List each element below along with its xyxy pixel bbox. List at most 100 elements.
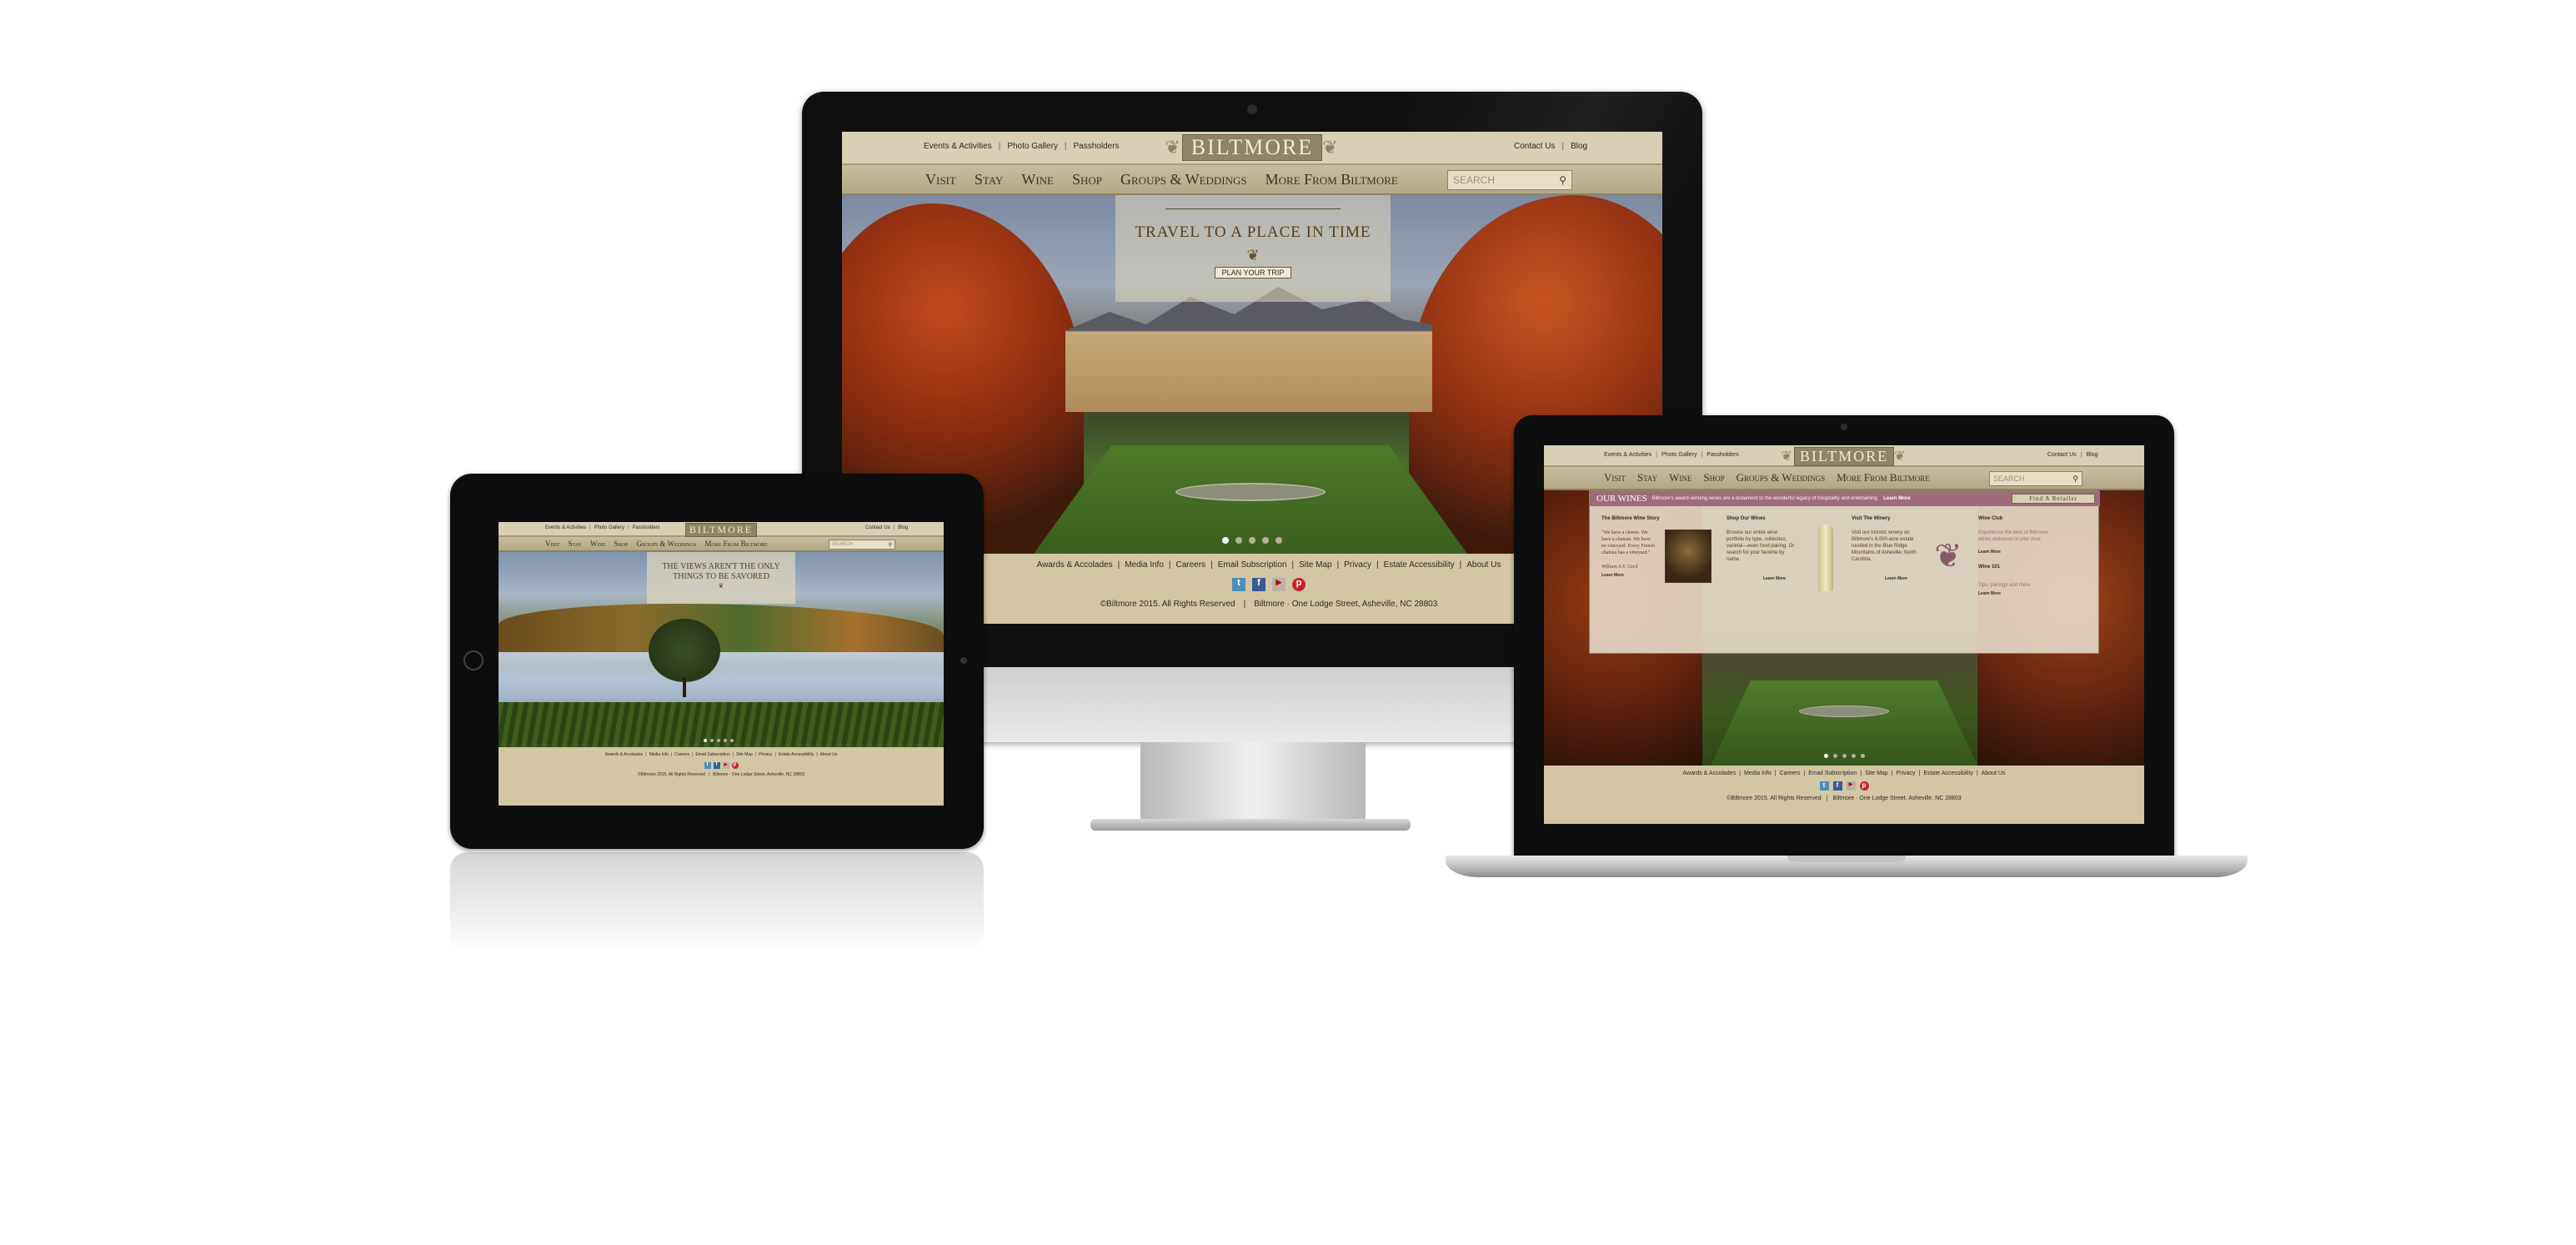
pinterest-icon[interactable]: p [1292, 578, 1306, 591]
facebook-icon[interactable]: f [713, 762, 720, 769]
nav-shop[interactable]: Shop [1072, 171, 1102, 188]
utility-link[interactable]: Passholders [1706, 452, 1739, 458]
footer-link[interactable]: Media Info [1744, 771, 1772, 776]
utility-link[interactable]: Passholders [1074, 142, 1120, 151]
wine-winery-learn-more[interactable]: Learn More [1885, 576, 1907, 581]
utility-link[interactable]: Passholders [633, 525, 660, 530]
find-retailer-button[interactable]: Find A Retailer [2012, 494, 2095, 504]
footer-link[interactable]: Awards & Accolades [1683, 771, 1737, 776]
blog-link[interactable]: Blog [898, 525, 908, 530]
nav-stay[interactable]: Stay [569, 540, 582, 548]
carousel-dot[interactable] [1824, 754, 1828, 758]
contact-us-link[interactable]: Contact Us [1514, 142, 1555, 151]
footer-link[interactable]: Awards & Accolades [1037, 560, 1113, 570]
carousel-dot[interactable] [1222, 537, 1229, 544]
nav-groups-weddings[interactable]: Groups & Weddings [636, 540, 696, 548]
facebook-icon[interactable]: f [1832, 781, 1842, 791]
utility-link[interactable]: Events & Activities [1604, 452, 1651, 458]
carousel-dot[interactable] [730, 739, 734, 742]
nav-more-from-biltmore[interactable]: More From Biltmore [704, 540, 767, 548]
nav-stay[interactable]: Stay [1637, 471, 1657, 484]
footer-link[interactable]: Careers [1780, 771, 1801, 776]
search-icon[interactable]: ⚲ [2072, 474, 2078, 484]
footer-link[interactable]: Privacy [759, 752, 772, 757]
desktop-search-input[interactable]: SEARCH ⚲ [1447, 170, 1572, 190]
nav-wine[interactable]: Wine [1021, 171, 1054, 188]
blog-link[interactable]: Blog [2086, 452, 2097, 458]
footer-link[interactable]: About Us [820, 752, 838, 757]
twitter-icon[interactable]: t [1819, 781, 1829, 791]
desktop-plan-trip-button[interactable]: PLAN YOUR TRIP [1214, 267, 1292, 279]
twitter-icon[interactable]: t [704, 762, 711, 769]
nav-more-from-biltmore[interactable]: More From Biltmore [1265, 171, 1398, 188]
footer-link[interactable]: About Us [1982, 771, 2006, 776]
footer-link[interactable]: Email Subscription [1218, 560, 1287, 570]
nav-groups-weddings[interactable]: Groups & Weddings [1737, 471, 1826, 484]
carousel-dot[interactable] [717, 739, 720, 742]
youtube-icon[interactable]: ▶ [1272, 578, 1285, 591]
footer-link[interactable]: Estate Accessibility [1384, 560, 1455, 570]
footer-link[interactable]: Email Subscription [1808, 771, 1857, 776]
footer-link[interactable]: Media Info [1125, 560, 1164, 570]
wine-banner-link[interactable]: Learn More [1883, 496, 1910, 501]
footer-link[interactable]: Careers [674, 752, 689, 757]
footer-link[interactable]: Site Map [736, 752, 753, 757]
carousel-dot[interactable] [704, 739, 707, 742]
utility-link[interactable]: Events & Activities [924, 142, 992, 151]
wine-story-learn-more[interactable]: Learn More [1601, 573, 1624, 578]
carousel-dot[interactable] [1249, 537, 1255, 544]
footer-link[interactable]: Estate Accessibility [779, 752, 814, 757]
tablet-logo[interactable]: BILTMORE [665, 522, 777, 537]
utility-link[interactable]: Photo Gallery [1007, 142, 1058, 151]
blog-link[interactable]: Blog [1571, 142, 1587, 151]
footer-link[interactable]: Site Map [1299, 560, 1331, 570]
footer-link[interactable]: Email Subscription [695, 752, 729, 757]
contact-us-link[interactable]: Contact Us [865, 525, 890, 530]
footer-link[interactable]: Media Info [649, 752, 669, 757]
carousel-dot[interactable] [1842, 754, 1847, 758]
wine-101-learn-more[interactable]: Learn More [1978, 591, 2001, 596]
pinterest-icon[interactable]: p [731, 762, 739, 769]
youtube-icon[interactable]: ▶ [722, 762, 729, 769]
tablet-search-input[interactable]: SEARCH ⚲ [829, 540, 895, 550]
wine-shop-learn-more[interactable]: Learn More [1763, 576, 1786, 581]
laptop-search-input[interactable]: SEARCH ⚲ [1989, 471, 2082, 486]
nav-visit[interactable]: Visit [1604, 471, 1626, 484]
facebook-icon[interactable]: f [1252, 578, 1265, 591]
nav-wine[interactable]: Wine [590, 540, 606, 548]
carousel-dot[interactable] [1235, 537, 1242, 544]
nav-shop[interactable]: Shop [614, 540, 628, 548]
carousel-dot[interactable] [1275, 537, 1282, 544]
footer-link[interactable]: Site Map [1865, 771, 1888, 776]
search-icon[interactable]: ⚲ [1559, 174, 1566, 186]
nav-shop[interactable]: Shop [1703, 471, 1724, 484]
youtube-icon[interactable]: ▶ [1846, 781, 1856, 791]
footer-link[interactable]: Estate Accessibility [1923, 771, 1973, 776]
carousel-dot[interactable] [1262, 537, 1269, 544]
utility-link[interactable]: Events & Activities [545, 525, 586, 530]
carousel-dot[interactable] [1861, 754, 1865, 758]
search-icon[interactable]: ⚲ [889, 542, 892, 548]
tablet-home-button[interactable] [464, 650, 484, 670]
desktop-logo[interactable]: ❦ BILTMORE ❦ [1142, 133, 1362, 162]
footer-link[interactable]: Privacy [1897, 771, 1916, 776]
wine-club-learn-more[interactable]: Learn More [1978, 550, 2001, 555]
utility-link[interactable]: Photo Gallery [1661, 452, 1696, 458]
twitter-icon[interactable]: t [1232, 578, 1245, 591]
pinterest-icon[interactable]: p [1859, 781, 1869, 791]
footer-link[interactable]: Careers [1176, 560, 1206, 570]
nav-more-from-biltmore[interactable]: More From Biltmore [1837, 471, 1930, 484]
nav-stay[interactable]: Stay [975, 171, 1004, 188]
nav-visit[interactable]: Visit [545, 540, 560, 548]
laptop-logo[interactable]: ❦ BILTMORE ❦ [1764, 446, 1924, 466]
footer-link[interactable]: About Us [1466, 560, 1501, 570]
nav-groups-weddings[interactable]: Groups & Weddings [1120, 171, 1247, 188]
carousel-dot[interactable] [1833, 754, 1837, 758]
nav-visit[interactable]: Visit [925, 171, 956, 188]
carousel-dot[interactable] [710, 739, 714, 742]
utility-link[interactable]: Photo Gallery [594, 525, 624, 530]
footer-link[interactable]: Awards & Accolades [605, 752, 644, 757]
carousel-dot[interactable] [724, 739, 727, 742]
contact-us-link[interactable]: Contact Us [2047, 452, 2077, 458]
footer-link[interactable]: Privacy [1344, 560, 1371, 570]
